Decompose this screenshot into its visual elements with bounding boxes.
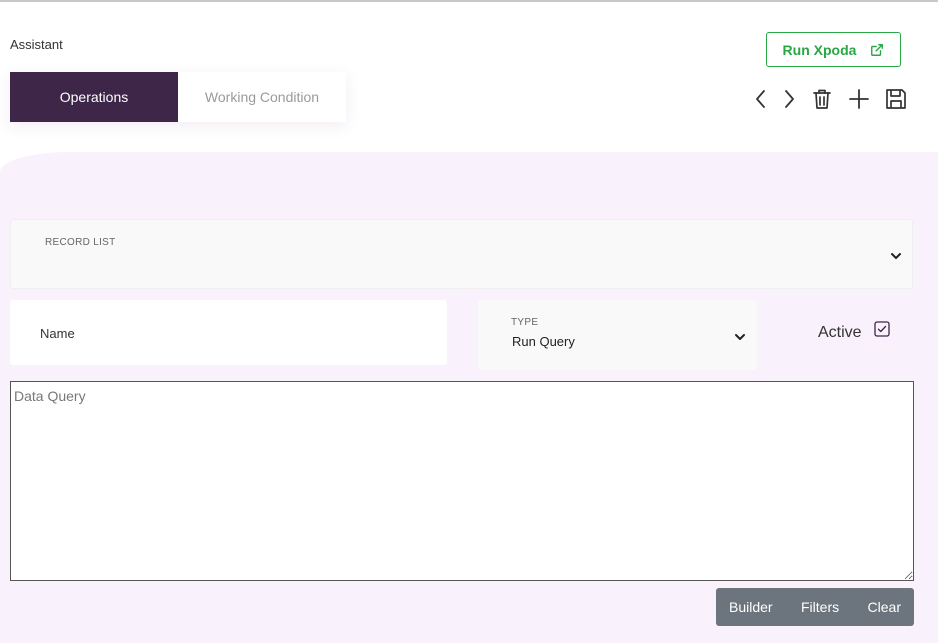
plus-icon — [849, 89, 869, 109]
builder-button[interactable]: Builder — [729, 599, 773, 615]
chevron-down-icon — [891, 253, 901, 259]
top-border — [0, 0, 938, 2]
name-field[interactable]: Name — [10, 300, 447, 365]
active-checkbox[interactable] — [874, 321, 890, 337]
clear-button[interactable]: Clear — [868, 599, 901, 615]
active-label: Active — [818, 324, 862, 341]
filters-button[interactable]: Filters — [801, 599, 839, 615]
previous-button[interactable] — [748, 86, 774, 112]
next-button[interactable] — [776, 86, 802, 112]
query-button-group: Builder Filters Clear — [716, 588, 914, 626]
type-select[interactable]: TYPE Run Query — [478, 300, 757, 370]
breadcrumb: Assistant — [10, 37, 63, 52]
add-button[interactable] — [846, 86, 872, 112]
tab-operations[interactable]: Operations — [10, 72, 178, 122]
type-value: Run Query — [512, 334, 575, 349]
run-xpoda-button[interactable]: Run Xpoda — [766, 32, 901, 67]
trash-icon — [813, 89, 831, 109]
save-button[interactable] — [883, 86, 909, 112]
chevron-right-icon — [785, 90, 794, 108]
external-link-icon — [871, 43, 884, 56]
chevron-down-icon — [735, 334, 745, 340]
name-placeholder: Name — [40, 326, 75, 341]
data-query-input[interactable] — [10, 381, 914, 581]
run-xpoda-label: Run Xpoda — [782, 41, 857, 58]
tab-working-condition[interactable]: Working Condition — [178, 72, 346, 122]
type-label: TYPE — [511, 317, 539, 328]
record-list-select[interactable]: RECORD LIST — [10, 219, 913, 289]
record-toolbar — [748, 86, 909, 112]
record-list-label: RECORD LIST — [45, 237, 116, 248]
chevron-left-icon — [756, 90, 765, 108]
delete-button[interactable] — [809, 86, 835, 112]
tab-bar: Operations Working Condition — [10, 72, 346, 122]
save-icon — [886, 89, 906, 109]
